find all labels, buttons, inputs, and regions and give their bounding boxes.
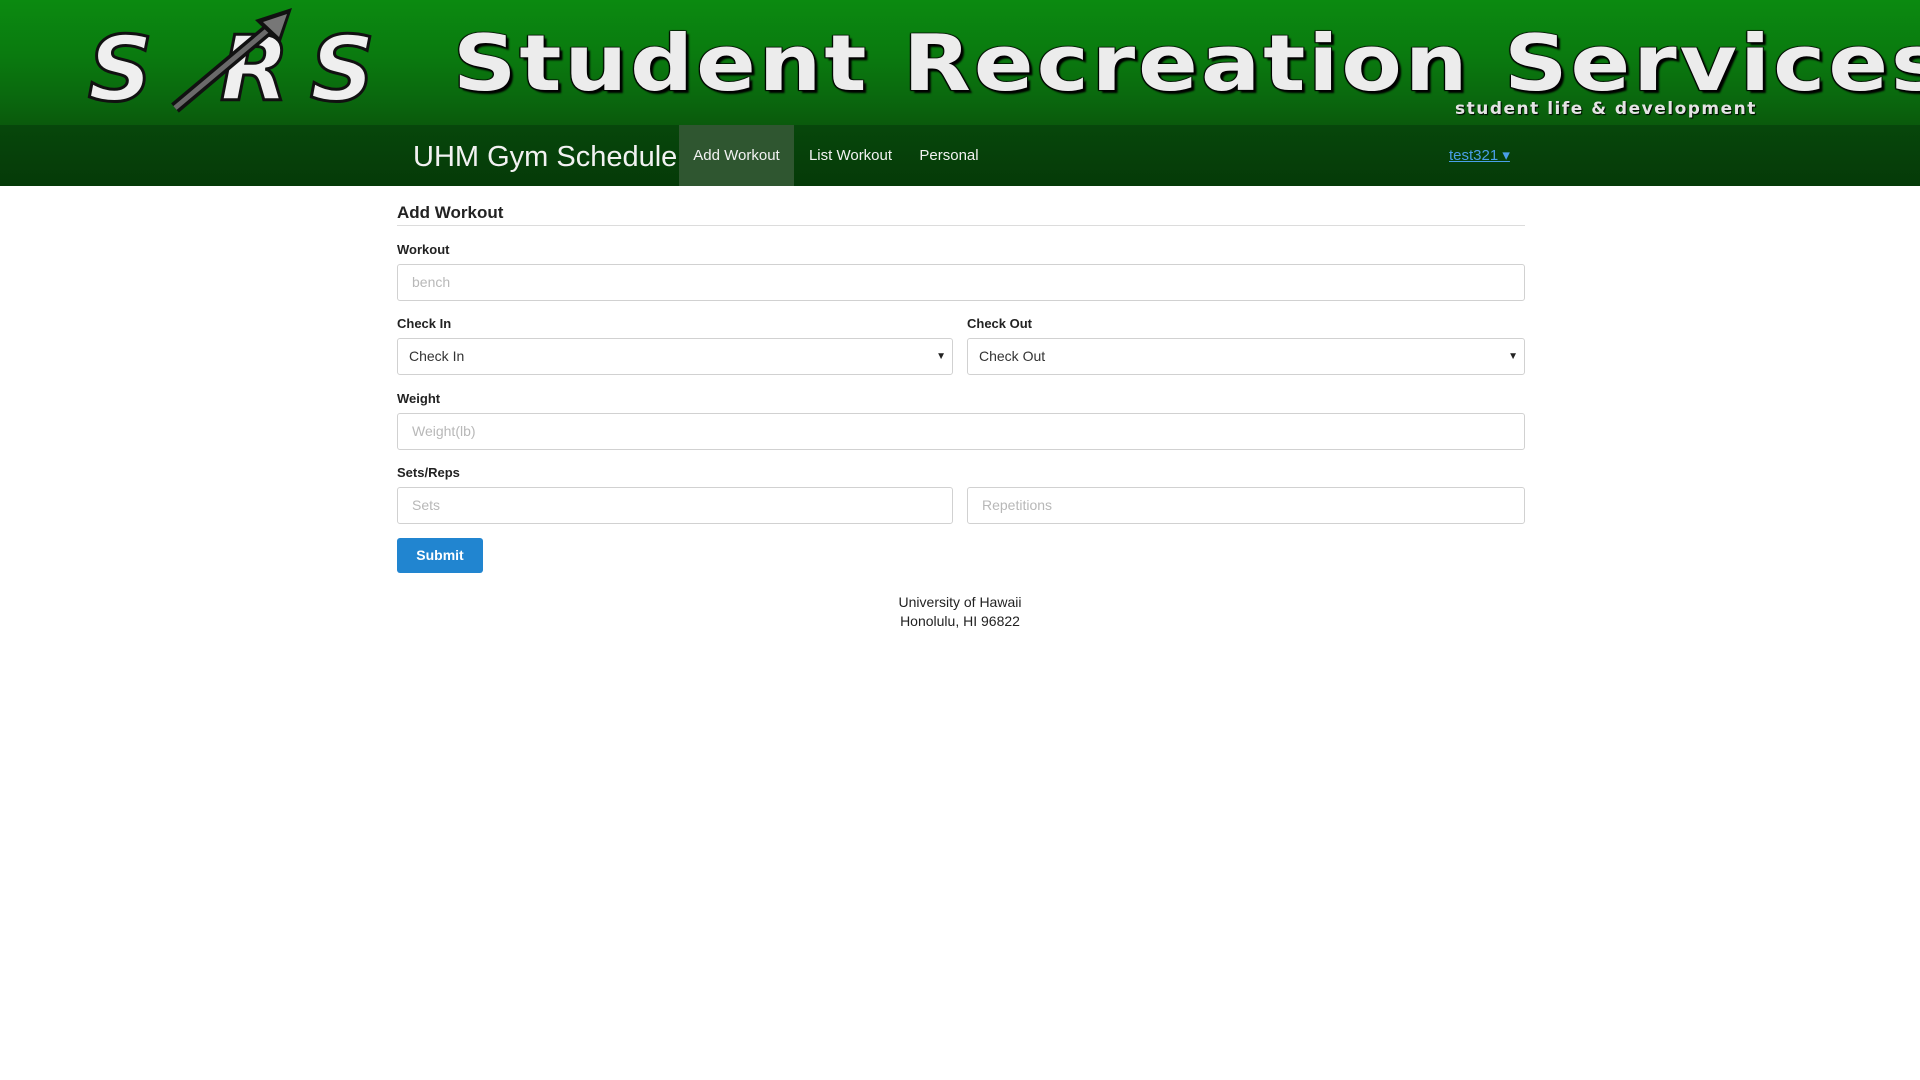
svg-text:S: S xyxy=(310,17,375,122)
user-menu-dropdown[interactable]: test321 ▾ xyxy=(1449,125,1510,186)
check-out-value: Check Out xyxy=(979,348,1046,364)
dropdown-caret-icon: ▼ xyxy=(936,351,946,362)
header-banner: S R S Student Recreation Services studen… xyxy=(0,0,1920,125)
srs-logo: S R S xyxy=(87,8,376,124)
sets-reps-label: Sets/Reps xyxy=(397,465,460,480)
check-in-select[interactable]: Check In ▼ xyxy=(397,338,953,375)
workout-label: Workout xyxy=(397,242,450,257)
workout-input[interactable]: bench xyxy=(397,264,1525,301)
nav-add-workout[interactable]: Add Workout xyxy=(679,125,794,186)
footer-university: University of Hawaii xyxy=(898,594,1022,610)
brand-link[interactable]: UHM Gym Schedule xyxy=(413,141,677,174)
sets-input[interactable]: Sets xyxy=(397,487,953,524)
banner-title: Student Recreation Services xyxy=(453,18,1920,109)
submit-button[interactable]: Submit xyxy=(397,538,483,573)
navbar: UHM Gym Schedule Add Workout List Workou… xyxy=(0,125,1920,186)
footer-address: Honolulu, HI 96822 xyxy=(900,613,1020,629)
nav-list-workout[interactable]: List Workout xyxy=(800,125,901,186)
banner-subtitle: student life & development xyxy=(1455,99,1757,119)
repetitions-input[interactable]: Repetitions xyxy=(967,487,1525,524)
form-title: Add Workout xyxy=(397,203,504,222)
check-out-label: Check Out xyxy=(967,316,1033,331)
check-out-select[interactable]: Check Out ▼ xyxy=(967,338,1525,375)
weight-label: Weight xyxy=(397,391,441,406)
nav-personal[interactable]: Personal xyxy=(912,125,986,186)
dropdown-caret-icon: ▼ xyxy=(1508,351,1518,362)
check-in-value: Check In xyxy=(409,348,465,364)
check-in-label: Check In xyxy=(397,316,452,331)
weight-input[interactable]: Weight(lb) xyxy=(397,413,1525,450)
divider xyxy=(397,225,1525,226)
svg-text:S: S xyxy=(88,17,159,122)
